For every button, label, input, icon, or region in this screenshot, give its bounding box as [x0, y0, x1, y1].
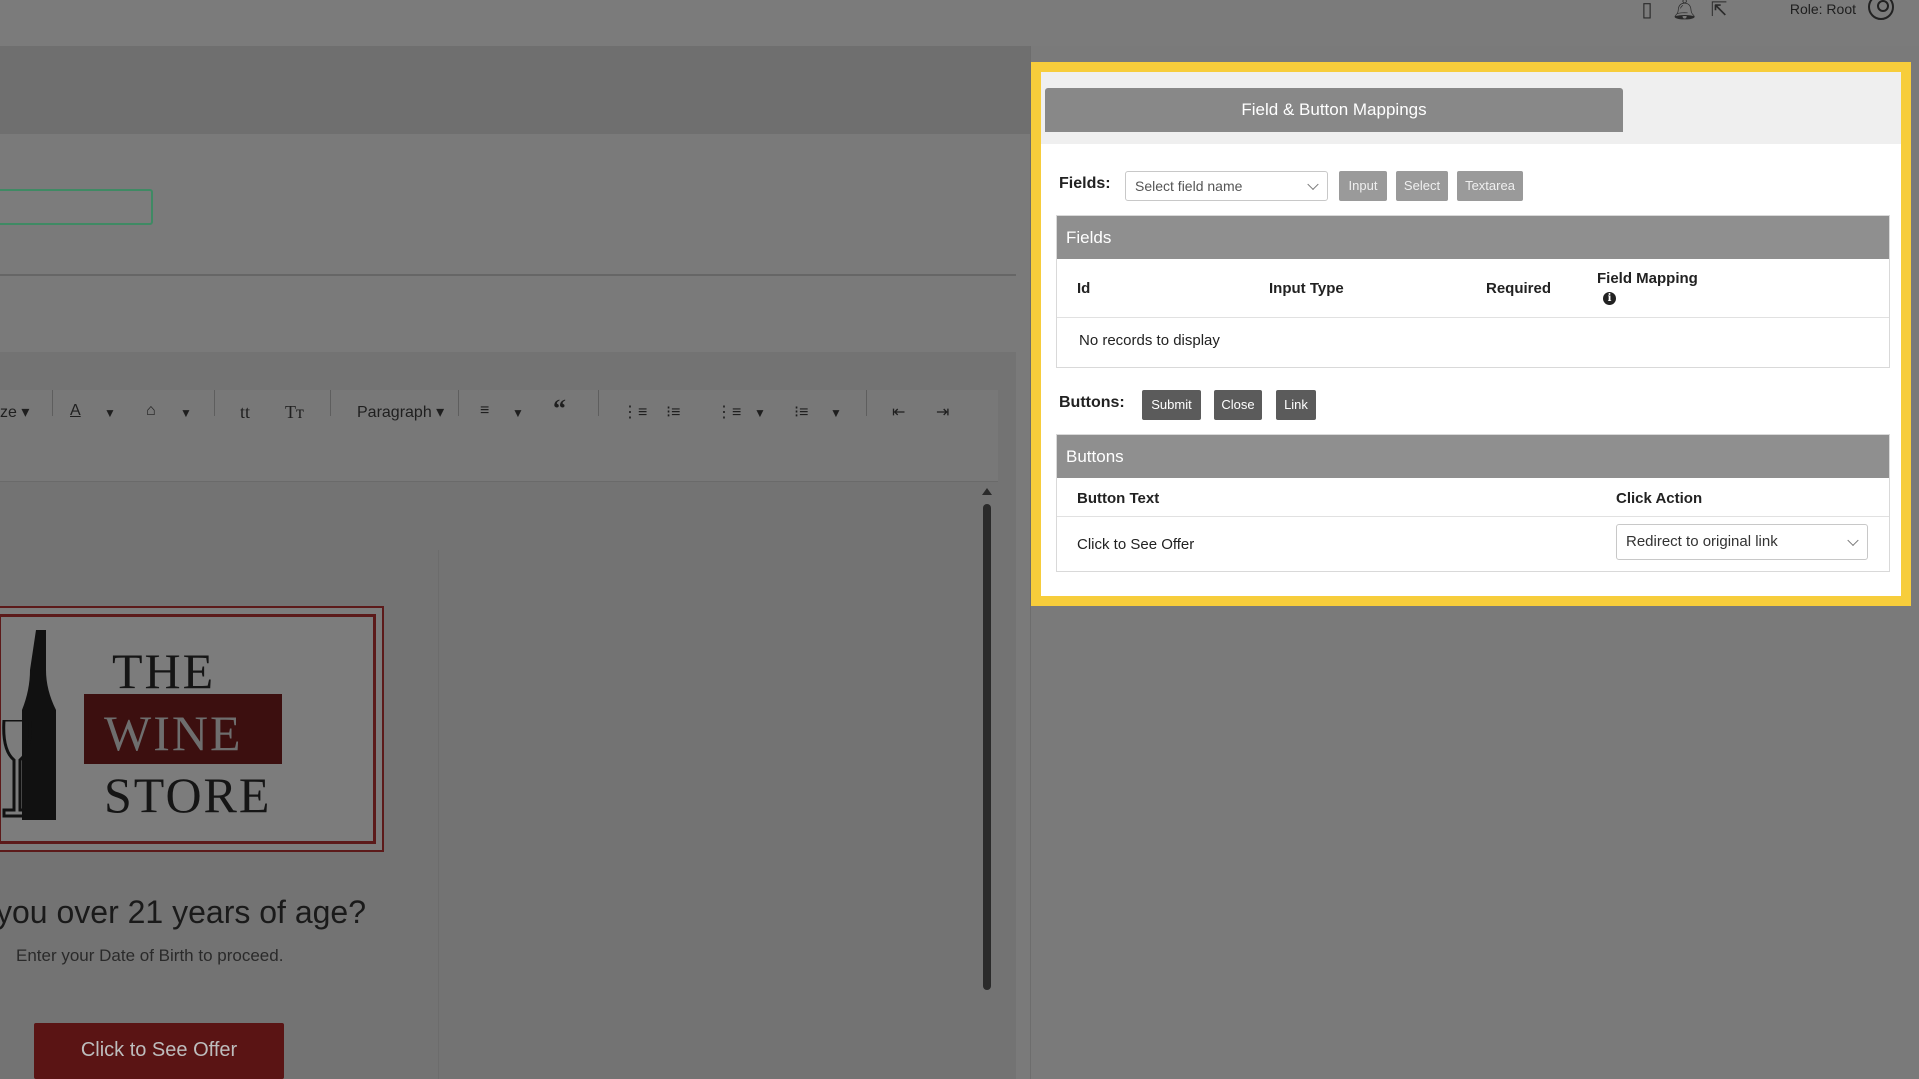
toolbar-separator [214, 390, 215, 416]
name-input[interactable] [0, 189, 153, 225]
numbered-list-icon[interactable]: ⋮≡ [716, 402, 741, 422]
submit-chip-button[interactable]: Submit [1142, 390, 1201, 420]
divider [0, 274, 1016, 276]
field-button-mappings-panel: Field & Button Mappings Fields: Select f… [1031, 62, 1911, 606]
buttons-grid: Buttons Button Text Click Action Click t… [1056, 434, 1890, 572]
field-name-select[interactable]: Select field name [1125, 171, 1328, 201]
bell-icon[interactable]: 🔔︎ [1672, 0, 1697, 20]
close-chip-button[interactable]: Close [1214, 390, 1262, 420]
bullet-list-icon[interactable]: ⁝≡ [666, 402, 680, 422]
font-color-icon[interactable]: A [70, 402, 81, 420]
column-header-click-action[interactable]: Click Action [1616, 490, 1702, 507]
tab-field-button-mappings[interactable]: Field & Button Mappings [1045, 88, 1623, 132]
chevron-down-icon[interactable]: ▼ [104, 406, 116, 420]
phone-icon[interactable]: ▯ [1636, 0, 1658, 20]
uppercase-icon[interactable]: Tт [285, 402, 304, 423]
input-chip-button[interactable]: Input [1339, 171, 1387, 201]
paragraph-dropdown[interactable]: Paragraph ▾ [357, 402, 444, 422]
column-header-field-mapping[interactable]: Field Mapping [1597, 270, 1698, 287]
toolbar-separator [866, 390, 867, 416]
offer-cta-button[interactable]: Click to See Offer [34, 1023, 284, 1079]
top-bar: ▯ 🔔︎ ⇱ Role: Root [0, 0, 1919, 46]
outdent-icon[interactable]: ⇤ [892, 402, 905, 422]
column-divider [438, 550, 439, 1079]
indent-icon[interactable]: ⇥ [936, 402, 949, 422]
buttons-grid-title: Buttons [1057, 435, 1889, 478]
logo-line-2: WINE [104, 705, 243, 761]
font-size-dropdown[interactable]: ze ▾ [0, 402, 29, 422]
click-action-value: Redirect to original link [1626, 533, 1778, 550]
wine-glass-icon [2, 720, 32, 818]
lowercase-icon[interactable]: tt [240, 402, 250, 423]
font-size-label: ze [0, 404, 17, 421]
column-header-input-type[interactable]: Input Type [1269, 280, 1344, 297]
textarea-chip-button[interactable]: Textarea [1457, 171, 1523, 201]
age-question-heading: you over 21 years of age? [0, 894, 367, 930]
paragraph-label: Paragraph [357, 404, 432, 421]
checklist-icon[interactable]: ⁝≡ [794, 402, 808, 422]
toolbar-separator [458, 390, 459, 416]
column-header-id[interactable]: Id [1077, 280, 1090, 297]
wine-store-logo: THE WINE STORE [0, 606, 384, 852]
column-header-button-text[interactable]: Button Text [1077, 490, 1159, 507]
chevron-down-icon[interactable]: ▼ [180, 406, 192, 420]
page-header-band [0, 46, 1030, 134]
logo-line-1: THE [112, 643, 216, 699]
logo-line-3: STORE [104, 767, 272, 823]
exit-icon[interactable]: ⇱ [1708, 0, 1730, 20]
button-text-cell: Click to See Offer [1077, 536, 1195, 553]
select-chip-button[interactable]: Select [1396, 171, 1448, 201]
field-name-select-placeholder: Select field name [1135, 178, 1243, 194]
chevron-down-icon [1307, 178, 1319, 191]
fields-grid-title: Fields [1057, 216, 1889, 259]
editor-scrollbar[interactable] [983, 504, 991, 990]
user-info[interactable]: Role: Root [1764, 0, 1856, 16]
user-role: Role: Root [1789, 1, 1856, 17]
tab-strip: Field & Button Mappings [1041, 72, 1901, 144]
info-icon[interactable]: i [1603, 292, 1616, 305]
scroll-up-icon[interactable] [982, 488, 992, 495]
chevron-down-icon[interactable]: ▼ [512, 406, 524, 420]
header-icons: ▯ 🔔︎ ⇱ [1636, 0, 1730, 20]
toolbar-separator [330, 390, 331, 416]
fields-label: Fields: [1059, 175, 1111, 192]
age-question-subtext: Enter your Date of Birth to proceed. [16, 946, 284, 965]
fields-grid: Fields Id Input Type Required Field Mapp… [1056, 215, 1890, 368]
click-action-select[interactable]: Redirect to original link [1616, 524, 1868, 560]
chevron-down-icon[interactable]: ▼ [754, 406, 766, 420]
highlight-color-icon[interactable]: ⌂ [146, 402, 156, 420]
grid-row-divider [1057, 317, 1889, 318]
toolbar-separator [52, 390, 53, 416]
align-left-icon[interactable]: ≡ [480, 402, 489, 420]
column-header-required[interactable]: Required [1486, 280, 1551, 297]
toolbar-separator [598, 390, 599, 416]
buttons-label: Buttons: [1059, 394, 1125, 411]
chevron-down-icon [1847, 534, 1859, 547]
link-chip-button[interactable]: Link [1276, 390, 1316, 420]
grid-row-divider [1057, 516, 1889, 517]
avatar[interactable] [1868, 0, 1894, 20]
ordered-list-icon[interactable]: ⋮≡ [622, 402, 647, 422]
blockquote-icon[interactable]: “ [553, 394, 566, 424]
chevron-down-icon[interactable]: ▼ [830, 406, 842, 420]
empty-records-message: No records to display [1079, 332, 1220, 349]
